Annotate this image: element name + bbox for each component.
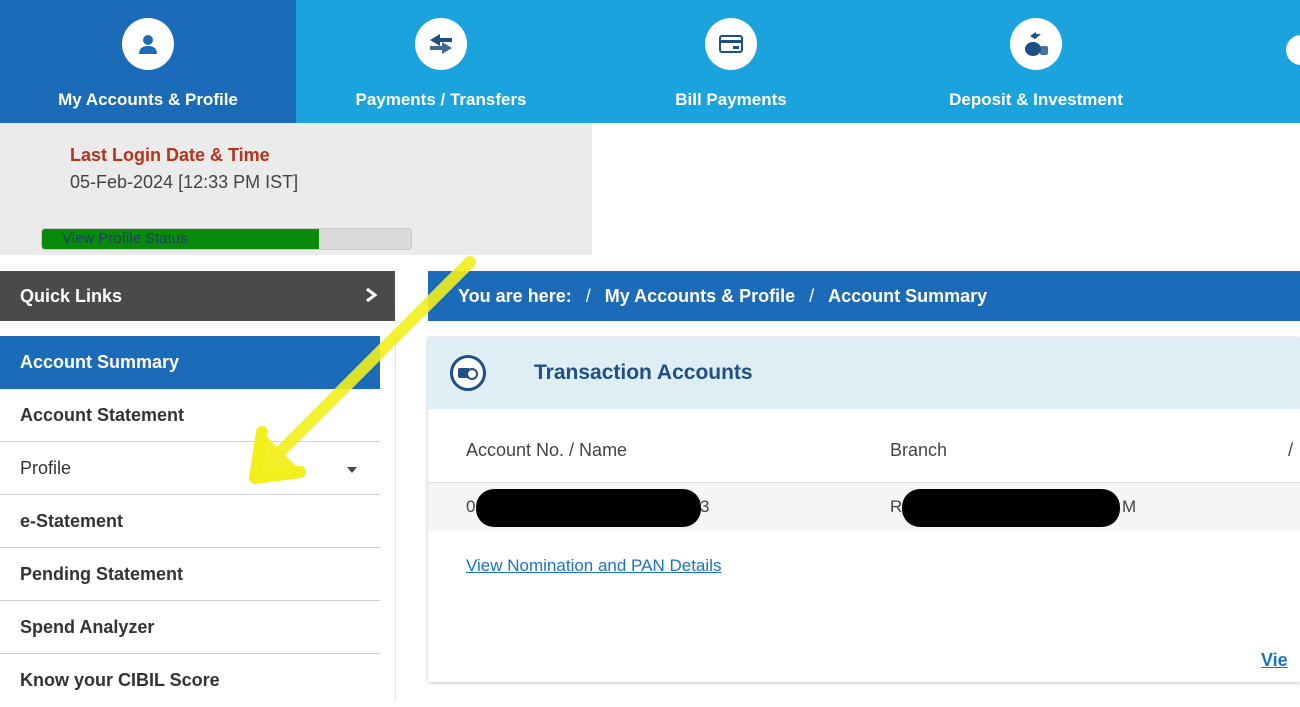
sidebar-item-account-summary[interactable]: Account Summary [0,336,380,389]
column-header-branch: Branch [890,440,948,460]
nav-label: Deposit & Investment [949,90,1123,109]
sidebar-item-label: Spend Analyzer [20,616,155,637]
nav-label: Bill Payments [675,90,787,109]
nav-more-icon[interactable] [1286,35,1300,65]
card-header: Transaction Accounts [428,337,1300,409]
breadcrumb: You are here: / My Accounts & Profile / … [428,271,1300,321]
profile-status-bar[interactable]: View Profile Status [41,228,412,250]
sidebar-item-label: Account Summary [20,352,180,372]
card-title: Transaction Accounts [534,361,753,384]
caret-down-icon [346,458,358,479]
column-header-third: / [1288,440,1294,460]
transaction-accounts-card: Transaction Accounts Account No. / Name … [428,337,1300,682]
nav-bill-payments[interactable]: Bill Payments [586,0,876,123]
profile-status-label[interactable]: View Profile Status [62,230,188,247]
coins-icon [450,355,486,391]
chevron-right-icon [365,286,378,307]
last-login-panel: Last Login Date & Time 05-Feb-2024 [12:3… [0,123,592,255]
sidebar-item-spend-analyzer[interactable]: Spend Analyzer [0,601,380,654]
view-nomination-pan-link[interactable]: View Nomination and PAN Details [466,556,721,576]
breadcrumb-prefix: You are here: [458,285,572,306]
sidebar-item-e-statement[interactable]: e-Statement [0,495,380,548]
sidebar-menu: Account Summary Account Statement Profil… [0,336,380,707]
account-number-start: 0 [466,497,476,516]
column-header-account: Account No. / Name [466,440,628,460]
sidebar-item-label: e-Statement [20,510,124,531]
nav-my-accounts-profile[interactable]: My Accounts & Profile [0,0,296,123]
redaction-mark [902,489,1120,527]
table-row[interactable]: 0 3 R M [428,482,1300,531]
breadcrumb-my-accounts[interactable]: My Accounts & Profile [605,286,795,307]
branch-name-start: R [890,497,903,516]
sidebar-item-label: Profile [20,457,72,478]
quick-links-toggle[interactable]: Quick Links [0,271,395,321]
breadcrumb-separator: / [809,285,815,306]
breadcrumb-separator: / [585,285,591,306]
sidebar-item-label: Pending Statement [20,563,184,584]
nav-label: My Accounts & Profile [58,90,238,109]
sidebar-item-pending-statement[interactable]: Pending Statement [0,548,380,601]
sidebar-divider [395,336,396,700]
branch-name-end: M [1122,497,1137,516]
sidebar-item-label: Account Statement [20,404,185,425]
transfer-icon [415,18,467,70]
bill-card-icon [705,18,757,70]
top-navigation: My Accounts & Profile Payments / Transfe… [0,0,1300,123]
last-login-title: Last Login Date & Time [70,145,270,165]
view-link-partial[interactable]: Vie [1261,650,1288,671]
nav-payments-transfers[interactable]: Payments / Transfers [296,0,586,123]
money-bag-icon [1010,18,1062,70]
person-icon [122,18,174,70]
nav-label: Payments / Transfers [355,90,527,109]
sidebar-item-label: Know your CIBIL Score [20,670,220,690]
redaction-mark [476,489,701,527]
breadcrumb-account-summary: Account Summary [828,285,988,306]
sidebar-item-account-statement[interactable]: Account Statement [0,389,380,442]
account-number-end: 3 [700,497,710,516]
sidebar-item-profile[interactable]: Profile [0,442,380,495]
sidebar-item-cibil-score[interactable]: Know your CIBIL Score [0,654,380,707]
nav-deposit-investment[interactable]: Deposit & Investment [876,0,1196,123]
last-login-time: 05-Feb-2024 [12:33 PM IST] [70,172,299,192]
quick-links-label: Quick Links [20,285,123,306]
